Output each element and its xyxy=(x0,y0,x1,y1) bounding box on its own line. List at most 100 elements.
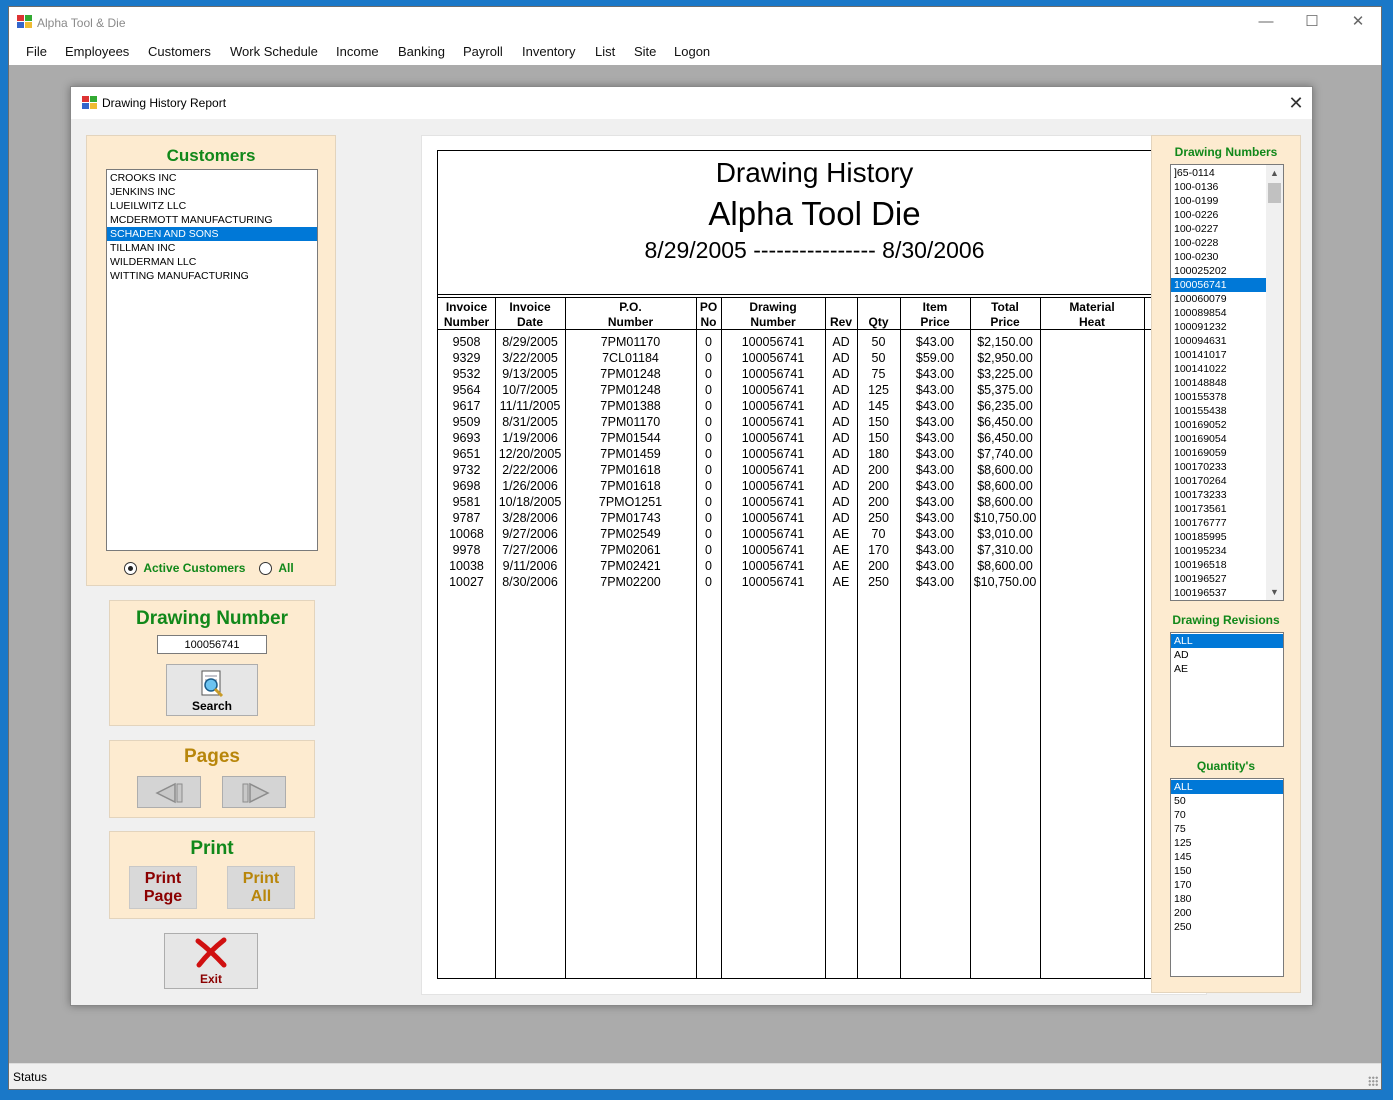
drawing-number-item[interactable]: 100089854 xyxy=(1171,306,1266,320)
close-button[interactable]: ✕ xyxy=(1335,7,1381,39)
customer-item[interactable]: WILDERMAN LLC xyxy=(107,255,317,269)
drawing-number-item[interactable]: 100-0228 xyxy=(1171,236,1266,250)
search-button[interactable]: Search xyxy=(166,664,258,716)
drawing-number-item[interactable]: 100173561 xyxy=(1171,502,1266,516)
print-all-button[interactable]: Print All xyxy=(227,866,295,909)
quantity-item[interactable]: 150 xyxy=(1171,864,1283,878)
drawing-number-item[interactable]: 100-0227 xyxy=(1171,222,1266,236)
drawing-number-item[interactable]: ]65-0114 xyxy=(1171,166,1266,180)
quantity-item[interactable]: 50 xyxy=(1171,794,1283,808)
maximize-button[interactable]: ☐ xyxy=(1289,7,1335,39)
customer-item[interactable]: MCDERMOTT MANUFACTURING xyxy=(107,213,317,227)
scroll-thumb[interactable] xyxy=(1268,183,1281,203)
next-page-button[interactable] xyxy=(222,776,286,808)
drawing-number-item[interactable]: 100176777 xyxy=(1171,516,1266,530)
drawing-number-item[interactable]: 100056741 xyxy=(1171,278,1266,292)
drawing-number-item[interactable]: 100-0199 xyxy=(1171,194,1266,208)
drawing-number-item[interactable]: 100155438 xyxy=(1171,404,1266,418)
drawing-number-item[interactable]: 100060079 xyxy=(1171,292,1266,306)
filters-panel: Drawing Numbers ]65-0114 100-0136 100-0199… xyxy=(1151,135,1301,993)
menu-employees[interactable]: Employees xyxy=(65,44,129,59)
menu-logon[interactable]: Logon xyxy=(674,44,710,59)
drawing-number-item[interactable]: 100196537 xyxy=(1171,586,1266,600)
drawing-number-item[interactable]: 100169059 xyxy=(1171,446,1266,460)
customer-item[interactable]: JENKINS INC xyxy=(107,185,317,199)
quantities-list[interactable]: ALL 50 70 75 125 145 150 170 180 200 250 xyxy=(1170,778,1284,977)
drawing-number-item[interactable]: 100-0136 xyxy=(1171,180,1266,194)
scroll-down-icon[interactable]: ▼ xyxy=(1266,584,1283,600)
cell-rev: AD xyxy=(832,335,850,349)
customer-item[interactable]: SCHADEN AND SONS xyxy=(107,227,317,241)
cell-total-price: $6,450.00 xyxy=(977,431,1033,445)
quantity-item[interactable]: 180 xyxy=(1171,892,1283,906)
drawing-number-item[interactable]: 100169054 xyxy=(1171,432,1266,446)
cell-invoice-number: 9978 xyxy=(452,543,481,557)
customer-item[interactable]: CROOKS INC xyxy=(107,171,317,185)
drawing-number-item[interactable]: 100025202 xyxy=(1171,264,1266,278)
quantity-item[interactable]: 125 xyxy=(1171,836,1283,850)
drawing-number-input[interactable] xyxy=(157,635,267,654)
cell-po-number: 7PMO1251 xyxy=(598,495,663,509)
menu-inventory[interactable]: Inventory xyxy=(522,44,575,59)
revision-item[interactable]: AE xyxy=(1171,662,1283,676)
drawing-number-item[interactable]: 100169052 xyxy=(1171,418,1266,432)
cell-item-price: $43.00 xyxy=(915,431,955,445)
drawing-number-item[interactable]: 100091232 xyxy=(1171,320,1266,334)
all-customers-option[interactable]: All xyxy=(259,561,294,576)
revision-item[interactable]: AD xyxy=(1171,648,1283,662)
drawing-number-item[interactable]: 100196518 xyxy=(1171,558,1266,572)
quantity-item[interactable]: ALL xyxy=(1171,780,1283,794)
drawing-number-item[interactable]: 100141017 xyxy=(1171,348,1266,362)
menu-site[interactable]: Site xyxy=(634,44,656,59)
drawing-number-item[interactable]: 100196527 xyxy=(1171,572,1266,586)
customers-list[interactable]: CROOKS INC JENKINS INC LUEILWITZ LLC MCDERM… xyxy=(106,169,318,551)
customer-item[interactable]: LUEILWITZ LLC xyxy=(107,199,317,213)
drawing-number-item[interactable]: 100170233 xyxy=(1171,460,1266,474)
drawing-numbers-list[interactable]: ]65-0114 100-0136 100-0199 100-0226 100-0227… xyxy=(1170,164,1284,601)
cell-drawing-number: 100056741 xyxy=(741,527,805,541)
minimize-button[interactable]: — xyxy=(1243,7,1289,39)
customer-item[interactable]: TILLMAN INC xyxy=(107,241,317,255)
prev-page-button[interactable] xyxy=(137,776,201,808)
menu-income[interactable]: Income xyxy=(336,44,379,59)
drawing-number-item[interactable]: 100173233 xyxy=(1171,488,1266,502)
dialog-close-button[interactable]: ✕ xyxy=(1280,87,1312,119)
quantity-item[interactable]: 75 xyxy=(1171,822,1283,836)
drawing-number-item[interactable]: 100148848 xyxy=(1171,376,1266,390)
menu-customers[interactable]: Customers xyxy=(148,44,211,59)
revision-item[interactable]: ALL xyxy=(1171,634,1283,648)
quantity-item[interactable]: 200 xyxy=(1171,906,1283,920)
cell-qty: 75 xyxy=(871,367,886,381)
cell-po-number: 7PM01618 xyxy=(600,479,661,493)
drawing-number-item[interactable]: 100094631 xyxy=(1171,334,1266,348)
menu-banking[interactable]: Banking xyxy=(398,44,445,59)
active-customers-radio[interactable] xyxy=(124,562,137,576)
all-customers-radio[interactable] xyxy=(259,562,272,576)
drawing-number-item[interactable]: 100-0226 xyxy=(1171,208,1266,222)
menu-payroll[interactable]: Payroll xyxy=(463,44,503,59)
drawing-number-item[interactable]: 100195234 xyxy=(1171,544,1266,558)
drawing-numbers-scrollbar[interactable]: ▲ ▼ xyxy=(1266,165,1283,600)
customer-item[interactable]: WITTING MANUFACTURING xyxy=(107,269,317,283)
cell-rev: AE xyxy=(832,559,850,573)
drawing-number-item[interactable]: 100185995 xyxy=(1171,530,1266,544)
active-customers-option[interactable]: Active Customers xyxy=(124,561,245,576)
exit-button[interactable]: Exit xyxy=(164,933,258,989)
menu-list[interactable]: List xyxy=(595,44,615,59)
drawing-number-item[interactable]: 100155378 xyxy=(1171,390,1266,404)
print-page-button[interactable]: Print Page xyxy=(129,866,197,909)
scroll-up-icon[interactable]: ▲ xyxy=(1266,165,1283,181)
menu-file[interactable]: File xyxy=(26,44,47,59)
quantity-item[interactable]: 250 xyxy=(1171,920,1283,934)
quantity-item[interactable]: 145 xyxy=(1171,850,1283,864)
header-total-price-line: Price xyxy=(990,315,1020,329)
drawing-number-item[interactable]: 100-0230 xyxy=(1171,250,1266,264)
resize-grip[interactable] xyxy=(1368,1076,1378,1086)
drawing-number-item[interactable]: 100170264 xyxy=(1171,474,1266,488)
quantity-item[interactable]: 170 xyxy=(1171,878,1283,892)
drawing-revisions-list[interactable]: ALL AD AE xyxy=(1170,632,1284,747)
quantity-item[interactable]: 70 xyxy=(1171,808,1283,822)
menu-work-schedule[interactable]: Work Schedule xyxy=(230,44,318,59)
cell-item-price: $43.00 xyxy=(915,527,955,541)
drawing-number-item[interactable]: 100141022 xyxy=(1171,362,1266,376)
